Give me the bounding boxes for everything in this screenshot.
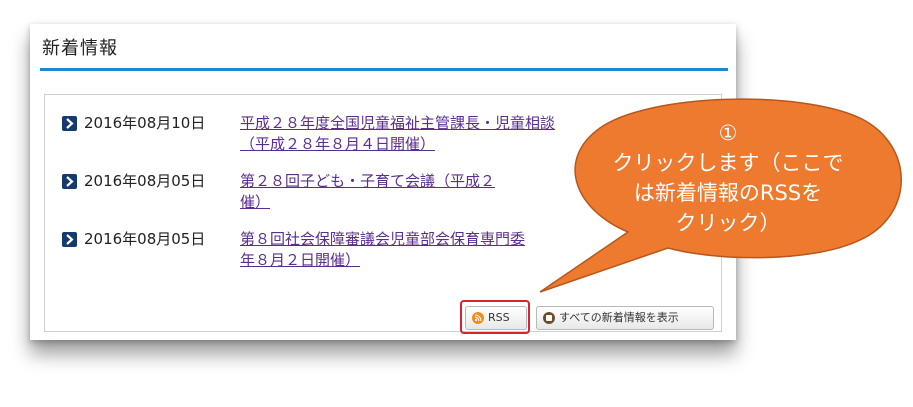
screenshot-stage: 新着情報 2016年08月10日 平成２８年度全国児童福祉主管課長・児童相談 （… (0, 0, 913, 407)
callout-line: は新着情報のRSSを (633, 181, 823, 205)
callout-number: ① (718, 121, 738, 145)
callout-line: クリック） (675, 211, 781, 235)
callout-text: ① クリックします（ここで は新着情報のRSSを クリック） (583, 118, 873, 238)
callout-line: クリックします（ここで (612, 151, 844, 175)
